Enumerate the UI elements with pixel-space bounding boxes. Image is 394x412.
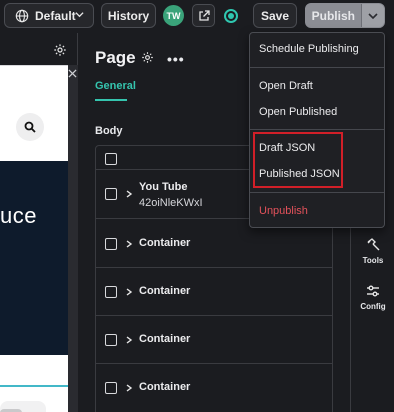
chevron-right-icon[interactable] — [125, 336, 133, 344]
external-link-icon — [198, 9, 210, 21]
gear-icon[interactable] — [141, 51, 154, 64]
more-options-icon[interactable]: ••• — [167, 51, 185, 67]
menu-item-open-draft[interactable]: Open Draft — [259, 80, 313, 92]
chevron-down-icon — [368, 12, 378, 19]
tree-row[interactable]: Container — [96, 316, 332, 364]
environment-select[interactable]: Default — [4, 3, 94, 28]
tree-row[interactable]: Container — [96, 364, 332, 412]
menu-divider — [250, 67, 384, 68]
row-name: Container — [139, 285, 191, 297]
row-name: You Tube — [139, 181, 188, 193]
publish-button[interactable]: Publish — [306, 4, 361, 27]
section-label: Body — [95, 125, 123, 137]
tools-label: Tools — [362, 256, 384, 265]
preview-hero-banner: uce — [0, 161, 68, 355]
row-name: Container — [139, 237, 191, 249]
history-button[interactable]: History — [101, 3, 156, 28]
publish-menu: Schedule Publishing Open Draft Open Publ… — [249, 32, 385, 228]
canvas-scrollbar[interactable] — [68, 65, 78, 412]
user-avatar[interactable]: TW — [163, 5, 184, 26]
tree-row[interactable]: Container — [96, 268, 332, 316]
panel-title: Page — [95, 48, 136, 67]
top-toolbar: Default History TW Save Publish — [0, 0, 394, 32]
search-icon — [24, 121, 36, 133]
chevron-down-icon — [75, 12, 84, 18]
preview-search-button[interactable] — [16, 113, 44, 141]
tab-general[interactable]: General — [95, 80, 136, 92]
preview-card — [0, 401, 46, 412]
config-button[interactable]: Config — [351, 283, 394, 311]
close-icon[interactable] — [68, 69, 77, 78]
publish-options-toggle[interactable] — [360, 4, 384, 27]
chevron-right-icon[interactable] — [125, 384, 133, 392]
row-checkbox[interactable] — [105, 286, 117, 298]
menu-item-open-published[interactable]: Open Published — [259, 106, 337, 118]
live-status-icon — [224, 9, 238, 23]
menu-item-unpublish[interactable]: Unpublish — [259, 205, 308, 217]
config-label: Config — [360, 302, 386, 311]
chevron-right-icon[interactable] — [125, 288, 133, 296]
menu-divider — [250, 192, 384, 193]
gear-icon[interactable] — [53, 43, 67, 57]
chevron-right-icon[interactable] — [125, 240, 133, 248]
open-external-button[interactable] — [192, 4, 215, 27]
canvas-panel: uce — [0, 33, 78, 412]
save-button[interactable]: Save — [253, 3, 297, 28]
row-checkbox[interactable] — [105, 238, 117, 250]
row-subtitle: 42oiNleKWxI — [139, 197, 203, 209]
publish-split-button: Publish — [305, 3, 385, 28]
active-tab-indicator — [95, 99, 127, 101]
hammer-icon — [367, 238, 380, 251]
globe-icon — [15, 9, 29, 22]
row-checkbox[interactable] — [105, 188, 117, 200]
row-checkbox[interactable] — [105, 382, 117, 394]
menu-divider — [250, 129, 384, 130]
environment-label: Default — [35, 8, 76, 23]
sliders-icon — [367, 285, 379, 297]
select-all-checkbox[interactable] — [105, 153, 117, 165]
row-checkbox[interactable] — [105, 334, 117, 346]
row-name: Container — [139, 333, 191, 345]
tools-button[interactable]: Tools — [351, 237, 394, 265]
chevron-right-icon[interactable] — [125, 190, 133, 198]
page-preview[interactable]: uce — [0, 65, 68, 412]
highlight-annotation — [253, 132, 343, 188]
menu-item-schedule-publishing[interactable]: Schedule Publishing — [259, 43, 359, 55]
preview-divider — [0, 385, 68, 387]
hero-text: uce — [0, 203, 37, 228]
row-name: Container — [139, 381, 191, 393]
